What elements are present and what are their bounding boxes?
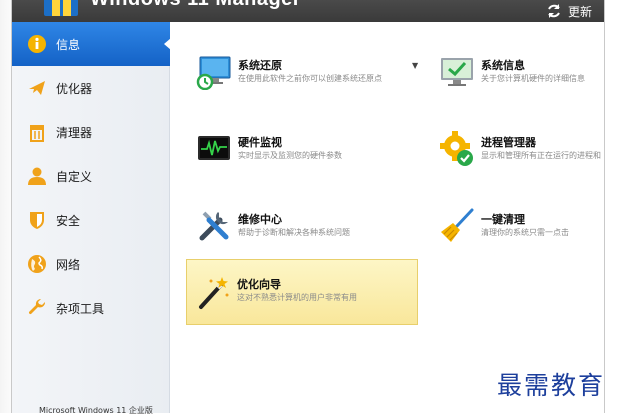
globe-icon [27,254,47,274]
tile-hardware-monitor[interactable]: 硬件监视 实时显示及监测您的硬件参数 [188,118,420,184]
sidebar-item-network[interactable]: 网络 [12,242,170,286]
tile-title: 一键清理 [481,213,525,226]
wrench-icon [27,298,47,318]
pulse-monitor-icon [198,136,230,160]
tile-process-manager[interactable]: 进程管理器 显示和管理所有正在运行的进程和 [431,118,619,184]
app-window: Windows 11 Manager 更新 信息 优化器 [11,0,605,415]
tile-system-info[interactable]: 系统信息 关于您计算机硬件的详细信息 [431,41,619,107]
tile-description: 显示和管理所有正在运行的进程和 [481,151,601,160]
sidebar: 信息 优化器 清理器 自定义 安全 网络 杂项工具 Microsoft Wind… [12,22,171,415]
tile-system-restore[interactable]: 系统还原 在使用此软件之前你可以创建系统还原点 ▼ [188,41,420,107]
app-title: Windows 11 Manager [90,0,301,11]
update-label: 更新 [567,4,592,19]
os-version-label: Microsoft Windows 11 企业版 [39,406,153,415]
tools-panel: 系统还原 在使用此软件之前你可以创建系统还原点 ▼ 系统信息 关于您计算机硬件的… [170,22,604,413]
tools-icon [199,211,229,241]
tile-description: 关于您计算机硬件的详细信息 [481,74,585,83]
magic-wand-icon [199,277,229,309]
tile-description: 这对不熟悉计算机的用户非常有用 [237,293,357,302]
tile-title: 进程管理器 [481,136,536,149]
sidebar-item-info[interactable]: 信息 [12,22,171,66]
tile-one-click-clean[interactable]: 一键清理 清理你的系统只需一点击 [431,195,619,261]
sidebar-item-misc-tools[interactable]: 杂项工具 [12,286,170,330]
sidebar-item-customize[interactable]: 自定义 [12,154,170,198]
sidebar-item-label: 安全 [56,213,81,228]
airplane-icon [27,78,47,98]
tile-description: 清理你的系统只需一点击 [481,228,569,237]
sidebar-item-optimizer[interactable]: 优化器 [12,66,170,110]
sidebar-item-cleaner[interactable]: 清理器 [12,110,170,154]
gear-check-icon [440,131,473,166]
monitor-check-icon [441,58,473,86]
shield-icon [27,210,47,230]
tile-optimization-wizard[interactable]: 优化向导 这对不熟悉计算机的用户非常有用 [186,259,418,325]
tile-title: 硬件监视 [238,136,282,149]
tile-description: 实时显示及监测您的硬件参数 [238,151,342,160]
sidebar-item-label: 清理器 [56,125,93,140]
broom-icon [441,208,474,242]
app-logo-icon [44,0,78,16]
sidebar-item-label: 网络 [56,257,81,272]
update-button[interactable]: 更新 [546,0,592,22]
info-icon [27,34,47,54]
desktop-edge [0,0,11,413]
watermark: 最需教育 [497,371,606,400]
tile-title: 系统还原 [238,59,282,72]
trash-icon [27,122,47,142]
sidebar-item-label: 优化器 [56,81,93,96]
tile-title: 优化向导 [237,278,281,291]
sidebar-item-security[interactable]: 安全 [12,198,170,242]
tile-repair-center[interactable]: 维修中心 帮助于诊断和解决各种系统问题 [188,195,420,261]
system-restore-icon [196,56,231,90]
sidebar-item-label: 信息 [56,37,81,52]
user-icon [27,166,47,186]
tile-description: 帮助于诊断和解决各种系统问题 [238,228,350,237]
tile-description: 在使用此软件之前你可以创建系统还原点 [238,74,382,83]
tile-title: 系统信息 [481,59,525,72]
sidebar-item-label: 自定义 [56,169,93,184]
title-bar: Windows 11 Manager 更新 [12,0,604,22]
dropdown-arrow-icon[interactable]: ▼ [412,61,418,70]
tile-title: 维修中心 [238,213,282,226]
refresh-icon [548,4,560,18]
sidebar-item-label: 杂项工具 [56,301,105,316]
